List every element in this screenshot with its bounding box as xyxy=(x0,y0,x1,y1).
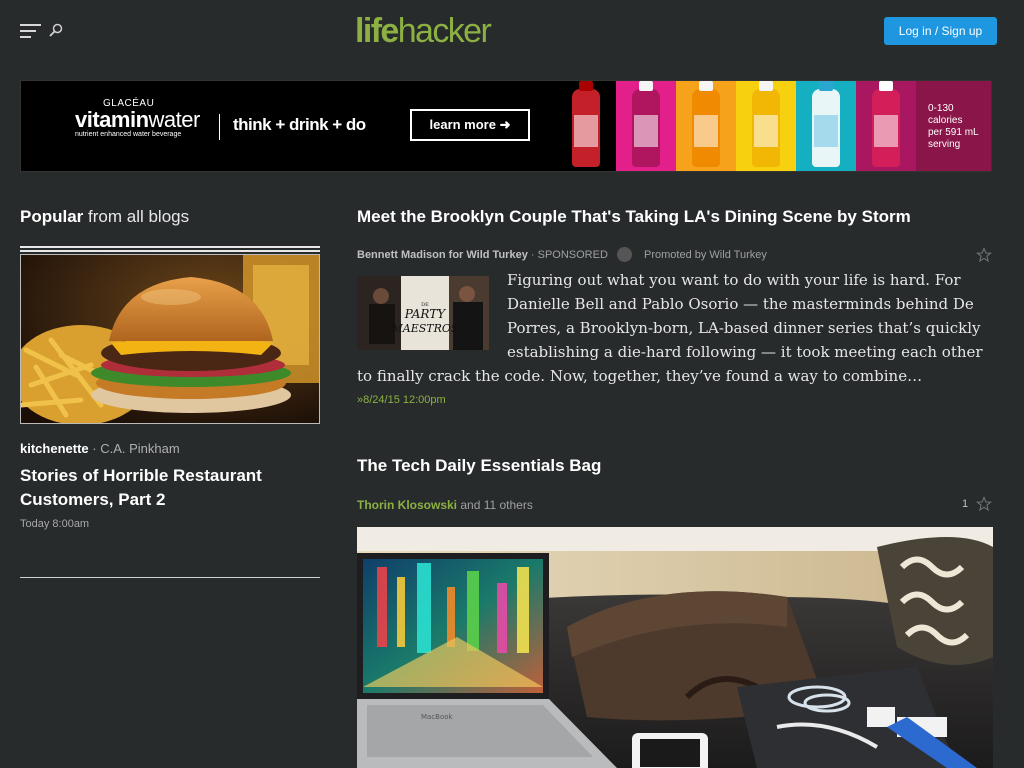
ad-bottles xyxy=(556,81,856,171)
ad-banner[interactable]: GLACÉAU vitaminwater nutrient enhanced w… xyxy=(20,80,992,172)
bottle-red xyxy=(572,81,600,167)
article-title[interactable]: The Tech Daily Essentials Bag xyxy=(357,456,601,476)
logo-regular-text: hacker xyxy=(397,12,492,50)
popular-heading-bold: Popular xyxy=(20,207,84,226)
star-icon[interactable] xyxy=(976,496,992,512)
article-hero-image[interactable]: MacBook xyxy=(357,527,993,768)
ad-bottle-panel xyxy=(856,81,916,171)
ad-calorie-text: 0-130 calories per 591 mL serving xyxy=(928,103,979,151)
thumb-text-party: PARTY xyxy=(404,307,446,321)
popular-item-title[interactable]: Stories of Horrible Restaurant Customers… xyxy=(20,464,320,512)
ad-brand-tag: nutrient enhanced water beverage xyxy=(75,131,182,138)
ad-bottle-panel xyxy=(736,81,796,171)
popular-item-blog[interactable]: kitchenette xyxy=(20,441,89,456)
calorie-line: 0-130 xyxy=(928,103,954,114)
promoted-by-text: Promoted by Wild Turkey xyxy=(644,249,767,261)
article-byline: Bennett Madison for Wild Turkey · SPONSO… xyxy=(357,249,608,261)
bottle-pink xyxy=(632,81,660,167)
login-signup-button[interactable]: Log in / Sign up xyxy=(884,17,997,45)
ad-brand-name: vitaminwater xyxy=(75,109,200,131)
popular-item-meta: kitchenette · C.A. Pinkham xyxy=(20,441,180,456)
article-byline: Thorin Klosowski and 11 others xyxy=(357,498,533,512)
ad-brand-bold: vitamin xyxy=(75,107,149,132)
sidebar-double-rule xyxy=(20,246,320,252)
article-byline-rest[interactable]: and 11 others xyxy=(457,498,533,512)
calorie-line: calories xyxy=(928,115,963,126)
star-icon[interactable] xyxy=(976,247,992,263)
top-bar: lifehacker Log in / Sign up xyxy=(0,0,1024,64)
ad-slogan: think + drink + do xyxy=(233,115,366,134)
calorie-line: per 591 mL xyxy=(928,127,979,138)
site-logo[interactable]: lifehacker xyxy=(355,11,492,51)
bottle-white xyxy=(812,81,840,167)
popular-heading: Popular from all blogs xyxy=(20,207,189,227)
bottle-orange xyxy=(692,81,720,167)
like-count: 1 xyxy=(962,498,969,510)
article-author[interactable]: Bennett Madison for Wild Turkey xyxy=(357,249,528,261)
popular-item-image[interactable] xyxy=(20,254,320,424)
sidebar-rule xyxy=(20,577,320,578)
ad-bottle-panel xyxy=(796,81,856,171)
party-maestros-image: DE PARTY MAESTROS xyxy=(357,276,489,350)
article-date[interactable]: »8/24/15 12:00pm xyxy=(357,394,446,406)
popular-item-time: Today 8:00am xyxy=(20,518,90,530)
burger-photo xyxy=(21,255,319,423)
ad-brand-regular: water xyxy=(148,107,201,132)
ad-learn-more-button[interactable]: learn more ➜ xyxy=(410,109,530,141)
article-author[interactable]: Thorin Klosowski xyxy=(357,498,457,512)
thumb-text-maestros: MAESTROS xyxy=(391,322,459,335)
sponsored-tag: · SPONSORED xyxy=(527,249,608,261)
logo-bold-text: life xyxy=(355,12,399,50)
laptop-brand-text: MacBook xyxy=(421,713,454,721)
ad-brand-logo: GLACÉAU vitaminwater nutrient enhanced w… xyxy=(75,99,200,139)
tech-bag-photo: MacBook xyxy=(357,527,993,768)
article-thumbnail[interactable]: DE PARTY MAESTROS xyxy=(357,276,489,350)
popular-heading-rest: from all blogs xyxy=(83,207,190,226)
bottle-yellow xyxy=(752,81,780,167)
sponsor-logo-icon xyxy=(617,247,632,262)
ad-bottle-panel xyxy=(616,81,676,171)
bottle-magenta xyxy=(872,81,900,167)
ad-bottle-panel xyxy=(676,81,736,171)
ad-bottle-panel xyxy=(556,81,616,171)
hamburger-menu-icon[interactable] xyxy=(20,24,41,38)
popular-item-author: · C.A. Pinkham xyxy=(88,441,180,456)
ad-divider xyxy=(219,114,220,140)
article-title[interactable]: Meet the Brooklyn Couple That's Taking L… xyxy=(357,207,911,227)
search-icon[interactable] xyxy=(48,22,64,38)
calorie-line: serving xyxy=(928,139,961,150)
